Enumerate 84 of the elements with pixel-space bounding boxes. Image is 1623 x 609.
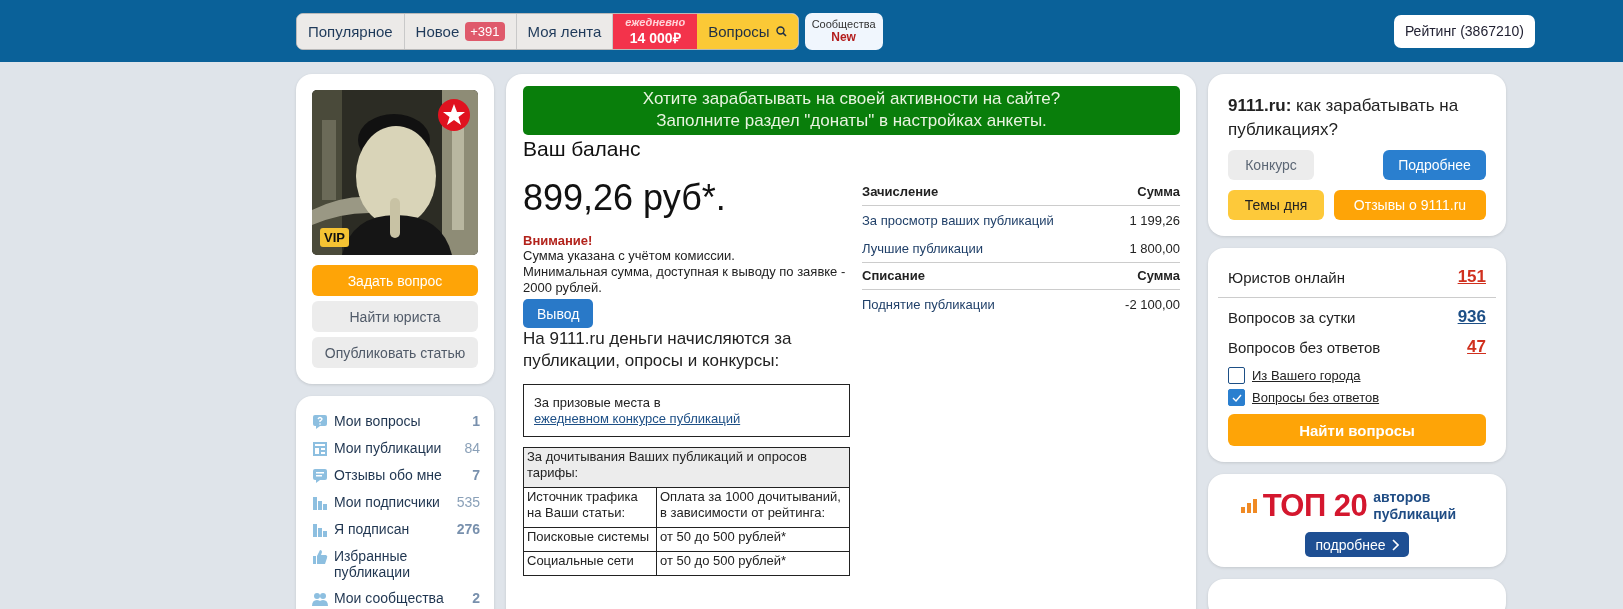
vip-badge: VIP — [320, 228, 349, 247]
table-cell: Социальные сети — [523, 551, 657, 576]
menu-count: 84 — [464, 440, 480, 456]
chevron-right-icon — [1391, 538, 1399, 551]
new-label: New — [831, 30, 856, 44]
menu-link[interactable]: Отзывы обо мне — [334, 467, 467, 483]
ledger-amount: 1 199,26 — [1129, 213, 1180, 228]
ledger-amount: -2 100,00 — [1125, 297, 1180, 312]
stat-label: Вопросов за сутки — [1228, 308, 1356, 326]
stat-value[interactable]: 936 — [1457, 307, 1486, 327]
thumbs-up-icon — [312, 549, 328, 565]
comment-icon — [312, 468, 328, 484]
contest-link[interactable]: ежедневном конкурсе публикаций — [534, 411, 741, 426]
banner-text: Хотите зарабатывать на своей активности на сайте? — [641, 88, 1062, 110]
link-button[interactable]: Темы дня — [1228, 190, 1324, 220]
menu-link[interactable]: Мои вопросы — [334, 413, 467, 429]
tab-label: Новое — [415, 22, 460, 40]
menu-count: 7 — [472, 467, 480, 483]
menu-link[interactable]: Мои сообщества — [334, 590, 467, 606]
promo-label: ежедневно — [625, 15, 686, 28]
column-header: Сумма — [1137, 268, 1180, 283]
bar-chart-icon — [1240, 499, 1257, 513]
count-badge: +391 — [465, 21, 505, 41]
table-header: За дочитывания Ваших публикаций и опросов тарифы: — [523, 447, 850, 488]
table-cell: Источник трафика на Ваши статьи: — [523, 487, 657, 528]
link-button[interactable]: Подробнее — [1383, 150, 1486, 180]
prize-text: За призовые места в ежедневном конкурсе публикаций — [534, 395, 741, 426]
communities-link[interactable]: Сообщества New — [804, 12, 883, 50]
ledger-link[interactable]: Лучшие публикации — [862, 241, 984, 256]
balance-amount: 899,26 руб*. — [523, 177, 727, 219]
action-button[interactable]: Опубликовать статью — [312, 337, 478, 368]
ledger-link[interactable]: За просмотр ваших публикаций — [862, 213, 1054, 228]
action-button[interactable]: Найти юриста — [312, 301, 478, 332]
questions-tab[interactable]: Вопросы — [697, 13, 798, 49]
column-header: Сумма — [1137, 184, 1180, 199]
promo-amount: 14 000₽ — [629, 28, 681, 47]
check-icon — [1231, 393, 1242, 402]
ledger-amount: 1 800,00 — [1129, 241, 1180, 256]
bar-chart-icon — [312, 495, 328, 511]
checkbox[interactable] — [1228, 389, 1245, 406]
menu-count: 1 — [472, 413, 480, 429]
stat-label: Вопросов без ответов — [1228, 338, 1381, 356]
commission-note: Сумма указана с учётом комиссии. — [523, 248, 736, 264]
checkbox[interactable] — [1228, 367, 1245, 384]
rating-button[interactable]: Рейтинг (3867210) — [1393, 14, 1535, 48]
menu-link[interactable]: Я подписан — [334, 521, 451, 537]
more-button[interactable]: подробнее — [1305, 532, 1409, 557]
card-title: 9111.ru: как зарабатывать на публикациях? — [1228, 95, 1460, 141]
question-bubble-icon — [312, 414, 328, 430]
promo-banner[interactable]: Хотите зарабатывать на своей активности на сайте? Заполните раздел "донаты" в настройках анкеты. — [523, 86, 1180, 135]
filter-label[interactable]: Из Вашего города — [1252, 368, 1361, 383]
banner-text: Заполните раздел "донаты" в настройках анкеты. — [655, 110, 1048, 132]
promo-tab[interactable]: ежедневно 14 000₽ — [613, 13, 698, 49]
bar-chart-icon — [312, 522, 328, 538]
table-cell: от 50 до 500 рублей* — [656, 551, 850, 576]
column-header: Зачисление — [862, 184, 939, 199]
stat-value[interactable]: 47 — [1467, 337, 1486, 357]
menu-link[interactable]: Мои подписчики — [334, 494, 451, 510]
link-button[interactable]: Конкурс — [1228, 150, 1314, 180]
top-title: ТОП 20 — [1262, 488, 1368, 524]
filter-label[interactable]: Вопросы без ответов — [1252, 390, 1380, 405]
column-header: Списание — [862, 268, 925, 283]
list-icon — [312, 441, 328, 457]
people-icon — [312, 591, 328, 607]
menu-link[interactable]: Мои публикации — [334, 440, 459, 456]
ledger-link[interactable]: Поднятие публикации — [862, 297, 995, 312]
section-title: Ваш баланс — [523, 137, 642, 161]
warning-label: Внимание! — [523, 233, 594, 248]
search-icon — [775, 25, 787, 37]
table-cell: Оплата за 1000 дочитываний, в зависимости от рейтинга: — [656, 487, 850, 528]
communities-label: Сообщества — [811, 18, 876, 30]
withdraw-button[interactable]: Вывод — [523, 299, 594, 328]
table-cell: от 50 до 500 рублей* — [656, 527, 850, 552]
menu-count: 276 — [456, 521, 480, 537]
commission-note: Минимальная сумма, доступная к выводу по заявке - 2000 рублей. — [523, 264, 847, 296]
menu-count: 535 — [456, 494, 480, 510]
table-cell: Поисковые системы — [523, 527, 657, 552]
menu-link[interactable]: Избранные публикации — [334, 548, 480, 580]
menu-count: 2 — [472, 590, 480, 606]
earnings-info: На 9111.ru деньги начисляются за публикации, опросы и конкурсы: — [523, 328, 793, 372]
stat-label: Юристов онлайн — [1228, 268, 1345, 286]
top-subtitle: авторов публикаций — [1373, 489, 1457, 523]
nav-tab[interactable]: Популярное — [297, 13, 405, 49]
stat-value[interactable]: 151 — [1457, 267, 1486, 287]
